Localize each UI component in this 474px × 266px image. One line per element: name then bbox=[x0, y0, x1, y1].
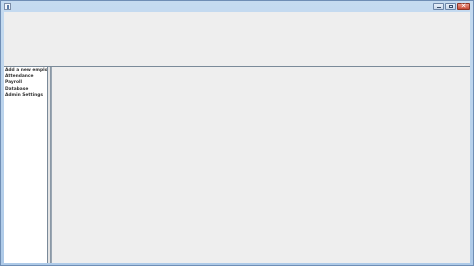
application-window: ✕ Add a new employee Attendance Payroll … bbox=[0, 0, 474, 266]
java-app-icon[interactable] bbox=[4, 3, 11, 10]
title-bar[interactable]: ✕ bbox=[1, 1, 473, 12]
client-area: Add a new employee Attendance Payroll Da… bbox=[4, 12, 470, 263]
minimize-button[interactable] bbox=[433, 3, 444, 10]
nav-item-admin-settings[interactable]: Admin Settings bbox=[4, 93, 47, 99]
navigation-sidebar: Add a new employee Attendance Payroll Da… bbox=[4, 67, 48, 263]
header-panel bbox=[4, 12, 470, 66]
maximize-icon bbox=[449, 5, 453, 8]
split-pane: Add a new employee Attendance Payroll Da… bbox=[4, 66, 470, 263]
close-button[interactable]: ✕ bbox=[457, 2, 470, 10]
minimize-icon bbox=[437, 7, 441, 8]
main-content-panel bbox=[51, 67, 470, 263]
close-icon: ✕ bbox=[460, 2, 467, 10]
window-controls: ✕ bbox=[433, 2, 470, 11]
maximize-button[interactable] bbox=[445, 3, 456, 10]
